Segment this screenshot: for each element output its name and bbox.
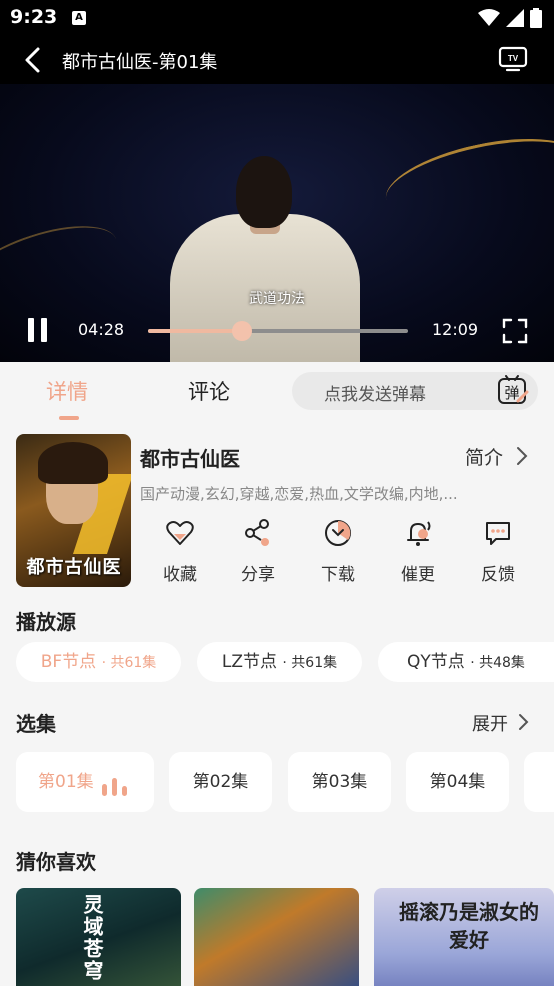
heart-icon	[166, 521, 194, 545]
poster-hair	[38, 442, 108, 484]
recommend-item-title: 灵域苍穹	[80, 894, 104, 982]
playing-bar	[122, 786, 127, 796]
source-item-lz[interactable]: LZ节点 · 共61集	[197, 642, 362, 682]
poster-title: 都市古仙医	[26, 557, 122, 578]
status-bar: 9:23 A	[0, 0, 554, 36]
source-count: · 共61集	[282, 655, 338, 671]
share-button[interactable]: 分享	[228, 518, 288, 585]
action-label: 反馈	[481, 565, 515, 585]
action-bar: 收藏 分享 下载 催更 反馈	[140, 518, 540, 588]
urge-update-button[interactable]: 催更	[388, 518, 448, 585]
player-header: 都市古仙医-第01集 TV	[0, 38, 554, 82]
recommend-list: 灵域苍穹 摇滚乃是淑女的爱好	[16, 888, 554, 986]
battery-icon	[530, 8, 542, 28]
episode-item[interactable]: 第04集	[406, 752, 509, 812]
video-title: 都市古仙医-第01集	[62, 52, 218, 73]
fullscreen-icon[interactable]	[502, 318, 528, 344]
episode-label: 第04集	[429, 772, 486, 792]
status-icons	[478, 8, 542, 28]
chevron-right-icon[interactable]	[514, 446, 530, 466]
detail-tabs: 详情 评论 点我发送弹幕 弹	[0, 362, 554, 424]
download-icon	[325, 520, 351, 546]
source-count: · 共61集	[101, 655, 157, 671]
intro-link[interactable]: 简介	[465, 443, 503, 470]
source-count: · 共48集	[470, 655, 525, 671]
playing-bar	[102, 784, 107, 796]
danmaku-input[interactable]: 点我发送弹幕 弹	[292, 372, 538, 410]
playing-indicator-icon	[102, 778, 130, 796]
pause-button[interactable]	[26, 318, 50, 342]
seek-bar[interactable]	[148, 321, 408, 341]
notification-icon: A	[72, 11, 86, 25]
player-controls: 04:28 12:09	[0, 306, 554, 354]
video-character-head	[236, 156, 292, 228]
video-player-area: 9:23 A 都市古仙医-第01集 TV 武道功法 04:28 12:09	[0, 0, 554, 362]
svg-text:弹: 弹	[504, 384, 519, 402]
total-time: 12:09	[432, 320, 479, 339]
source-item-bf[interactable]: BF节点 · 共61集	[16, 642, 181, 682]
expand-link[interactable]: 展开	[472, 710, 508, 736]
seek-handle[interactable]	[231, 321, 252, 341]
seek-progress	[148, 329, 242, 333]
episode-label: 第01集	[38, 772, 94, 792]
tab-comment[interactable]: 评论	[188, 376, 230, 406]
svg-text:TV: TV	[508, 54, 519, 63]
signal-icon	[506, 9, 524, 27]
source-item-qy[interactable]: QY节点 · 共48集	[378, 642, 554, 682]
feedback-icon	[486, 522, 510, 545]
action-label: 催更	[401, 565, 435, 585]
sources-title: 播放源	[16, 610, 76, 634]
source-name: BF节点	[40, 652, 97, 672]
wifi-icon	[478, 9, 500, 26]
danmaku-icon[interactable]: 弹	[496, 375, 530, 407]
pause-icon	[28, 318, 34, 342]
episode-label: 第02集	[192, 772, 249, 792]
episode-item[interactable]	[524, 752, 554, 812]
show-poster[interactable]: 都市古仙医	[16, 434, 131, 587]
recommend-item[interactable]	[194, 888, 359, 986]
danmaku-placeholder: 点我发送弹幕	[324, 385, 426, 405]
tab-detail[interactable]: 详情	[46, 376, 88, 406]
episode-item[interactable]: 第02集	[169, 752, 272, 812]
download-button[interactable]: 下载	[308, 518, 368, 585]
recommend-item-title: 摇滚乃是淑女的爱好	[399, 900, 539, 952]
status-time: 9:23	[10, 6, 58, 28]
action-label: 下载	[321, 565, 355, 585]
action-label: 分享	[241, 565, 275, 585]
video-light-streak	[378, 123, 554, 235]
episode-item[interactable]: 第01集	[16, 752, 154, 812]
action-label: 收藏	[163, 565, 197, 585]
episodes-title: 选集	[16, 712, 56, 736]
episode-list: 第01集 第02集 第03集 第04集	[16, 752, 554, 814]
recommend-title: 猜你喜欢	[16, 850, 96, 874]
tv-cast-icon[interactable]: TV	[498, 45, 528, 73]
chevron-right-icon[interactable]	[516, 713, 530, 731]
playing-bar	[112, 778, 117, 796]
recommend-item[interactable]: 灵域苍穹	[16, 888, 181, 986]
source-name: QY节点	[407, 652, 465, 672]
episode-item[interactable]: 第03集	[288, 752, 391, 812]
back-arrow-icon[interactable]	[18, 44, 50, 76]
current-time: 04:28	[78, 320, 125, 339]
source-list: BF节点 · 共61集 LZ节点 · 共61集 QY节点 · 共48集	[16, 642, 554, 682]
recommend-item[interactable]: 摇滚乃是淑女的爱好	[374, 888, 554, 986]
pause-icon	[41, 318, 47, 342]
bell-icon	[407, 521, 431, 546]
collect-button[interactable]: 收藏	[150, 518, 210, 585]
episode-label: 第03集	[311, 772, 368, 792]
share-icon	[245, 519, 269, 546]
video-subtitle: 武道功法	[249, 291, 305, 307]
source-name: LZ节点	[221, 652, 277, 672]
show-title: 都市古仙医	[140, 447, 240, 471]
feedback-button[interactable]: 反馈	[468, 518, 528, 585]
show-tags: 国产动漫,玄幻,穿越,恋爱,热血,文学改编,内地,...	[140, 485, 458, 503]
tab-indicator	[59, 416, 79, 420]
